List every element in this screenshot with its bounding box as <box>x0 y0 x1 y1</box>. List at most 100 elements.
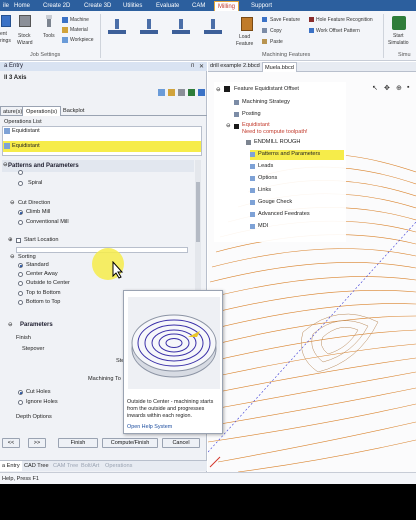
parameters-collapse-icon[interactable]: ⊖ <box>8 322 13 328</box>
tab-create-3d[interactable]: Create 3D <box>81 1 114 11</box>
start-location-checkbox[interactable] <box>16 238 21 243</box>
workpiece-button[interactable]: Workpiece <box>70 37 94 43</box>
feedrates-icon <box>250 212 255 217</box>
load-feature-icon[interactable] <box>241 17 253 31</box>
tree-item-links[interactable]: Links <box>258 187 271 193</box>
hole-feature-recognition-button[interactable]: Hole Feature Recognition <box>316 17 373 23</box>
tools-icon[interactable] <box>44 15 54 27</box>
tab-operations[interactable]: Operation(s) <box>22 106 62 116</box>
cut-direction-collapse-icon[interactable]: ⊖ <box>10 200 15 206</box>
bottom-tab-cam-tree[interactable]: CAM Tree <box>51 461 80 471</box>
pattern-spiral-label: Spiral <box>28 180 43 186</box>
stock-wizard-icon[interactable] <box>19 15 31 27</box>
cut-holes-radio[interactable] <box>18 390 23 395</box>
tab-cam[interactable]: CAM <box>189 1 208 11</box>
previous-button[interactable]: << <box>2 438 20 448</box>
work-offset-pattern-button[interactable]: Work Offset Pattern <box>316 28 360 34</box>
tab-evaluate[interactable]: Evaluate <box>153 1 182 11</box>
tab-utilities[interactable]: Utilities <box>120 1 145 11</box>
sorting-bottom-to-top-radio[interactable] <box>18 300 23 305</box>
tree-item-leads[interactable]: Leads <box>258 163 273 169</box>
machining-features-group-label: Machining Features <box>262 52 311 58</box>
toolbar-icon-4[interactable] <box>188 89 195 96</box>
material-button[interactable]: Material <box>70 27 88 33</box>
sorting-collapse-icon[interactable]: ⊖ <box>10 254 15 260</box>
sorting-standard-label: Standard <box>26 262 49 268</box>
bottom-tab-cad-tree[interactable]: CAD Tree <box>22 461 51 471</box>
select-pointer-icon[interactable]: ↖ <box>372 84 378 92</box>
pattern-radio-spiral[interactable] <box>18 181 23 186</box>
panel-close-icon[interactable]: ✕ <box>199 63 204 70</box>
paste-button[interactable]: Paste <box>270 39 283 45</box>
zoom-icon[interactable]: ⊕ <box>396 84 402 92</box>
panel-scrollbar-thumb[interactable] <box>196 182 200 242</box>
sorting-top-to-bottom-radio[interactable] <box>18 291 23 296</box>
panel-pin-icon[interactable]: ᴨ <box>191 63 194 69</box>
ribbon: ent rings Stock Wizard Tools Machine Mat… <box>0 11 416 61</box>
bottom-tab-data-entry[interactable]: a Entry <box>0 461 22 471</box>
milling-op-1-icon[interactable] <box>108 19 126 35</box>
doc-tab-muela[interactable]: Muela.bbcd <box>262 62 297 72</box>
compute-finish-button[interactable]: Compute/Finish <box>102 438 158 448</box>
machine-button[interactable]: Machine <box>70 17 89 23</box>
tree-collapse-icon[interactable]: ⊖ <box>216 87 221 93</box>
parameters-title: Parameters <box>20 322 53 328</box>
current-label: ent <box>0 31 7 37</box>
tree-item-patterns[interactable]: Patterns and Parameters <box>258 151 320 157</box>
bottom-tab-operations[interactable]: Operations <box>103 461 134 471</box>
tree-item-mdi[interactable]: MDI <box>258 223 268 229</box>
sorting-outside-to-center-radio[interactable] <box>18 281 23 286</box>
gouge-icon <box>250 200 255 205</box>
copy-button[interactable]: Copy <box>270 28 282 34</box>
tree-title[interactable]: Feature Equidistant Offset <box>234 86 299 92</box>
milling-op-4-icon[interactable] <box>204 19 222 35</box>
conventional-mill-radio[interactable] <box>18 220 23 225</box>
cancel-button[interactable]: Cancel <box>162 438 200 448</box>
finish-button[interactable]: Finish <box>58 438 98 448</box>
sorting-bottom-to-top-label: Bottom to Top <box>26 299 61 305</box>
toolbar-icon-1[interactable] <box>158 89 165 96</box>
start-simulation-icon[interactable] <box>392 16 406 30</box>
pan-icon[interactable]: ✥ <box>384 84 390 92</box>
paste-icon <box>262 39 267 44</box>
current-icon[interactable] <box>1 15 11 27</box>
climb-mill-radio[interactable] <box>18 210 23 215</box>
bottom-tab-bolt-art[interactable]: Bolt/Art <box>79 461 101 471</box>
sorting-top-to-bottom-label: Top to Bottom <box>26 290 61 296</box>
save-feature-button[interactable]: Save Feature <box>270 17 300 23</box>
start-location-expand-icon[interactable]: ⊕ <box>8 237 13 243</box>
sorting-center-away-radio[interactable] <box>18 272 23 277</box>
collapse-icon[interactable]: ⊖ <box>3 162 8 168</box>
open-help-link[interactable]: Open Help System <box>127 424 172 430</box>
milling-op-2-icon[interactable] <box>140 19 158 35</box>
toolbar-icon-3[interactable] <box>178 89 185 96</box>
pattern-radio-partial[interactable] <box>18 170 23 175</box>
next-button[interactable]: >> <box>28 438 46 448</box>
tree-item-posting[interactable]: Posting <box>242 111 261 117</box>
tree-item-machining-strategy[interactable]: Machining Strategy <box>242 99 290 105</box>
ignore-holes-radio[interactable] <box>18 400 23 405</box>
tab-home[interactable]: Home <box>11 1 33 11</box>
tab-milling[interactable]: Milling <box>214 1 240 11</box>
toolbar-icon-5[interactable] <box>198 89 205 96</box>
operation-item-2[interactable]: Equidistant <box>12 143 40 149</box>
operation-item-1[interactable]: Equidistant <box>12 128 40 134</box>
tree-item-endmill[interactable]: ENDMILL ROUGH <box>254 139 300 145</box>
tree-item-options[interactable]: Options <box>258 175 277 181</box>
tree-item-advanced-feedrates[interactable]: Advanced Feedrates <box>258 211 310 217</box>
compute-warning: Need to compute toolpath! <box>242 129 308 135</box>
tree-item-equidistant[interactable]: Equidistant <box>242 122 270 128</box>
sorting-standard-radio[interactable] <box>18 263 23 268</box>
graphics-viewport[interactable]: drill example 2.bbcd Muela.bbcd ⊖ Featur… <box>208 62 416 472</box>
feature-tree: ⊖ Feature Equidistant Offset Machining S… <box>214 82 346 242</box>
view-icon[interactable]: ▪ <box>407 84 409 91</box>
tab-support[interactable]: Support <box>248 1 275 11</box>
doc-tab-drill-example[interactable]: drill example 2.bbcd <box>210 63 260 69</box>
tree-item-gouge-check[interactable]: Gouge Check <box>258 199 292 205</box>
milling-op-3-icon[interactable] <box>172 19 190 35</box>
hole-feature-icon <box>309 17 314 22</box>
equidistant-collapse-icon[interactable]: ⊖ <box>226 123 231 129</box>
tab-backplot[interactable]: Backplot <box>60 106 87 116</box>
toolbar-icon-2[interactable] <box>168 89 175 96</box>
tab-create-2d[interactable]: Create 2D <box>40 1 73 11</box>
